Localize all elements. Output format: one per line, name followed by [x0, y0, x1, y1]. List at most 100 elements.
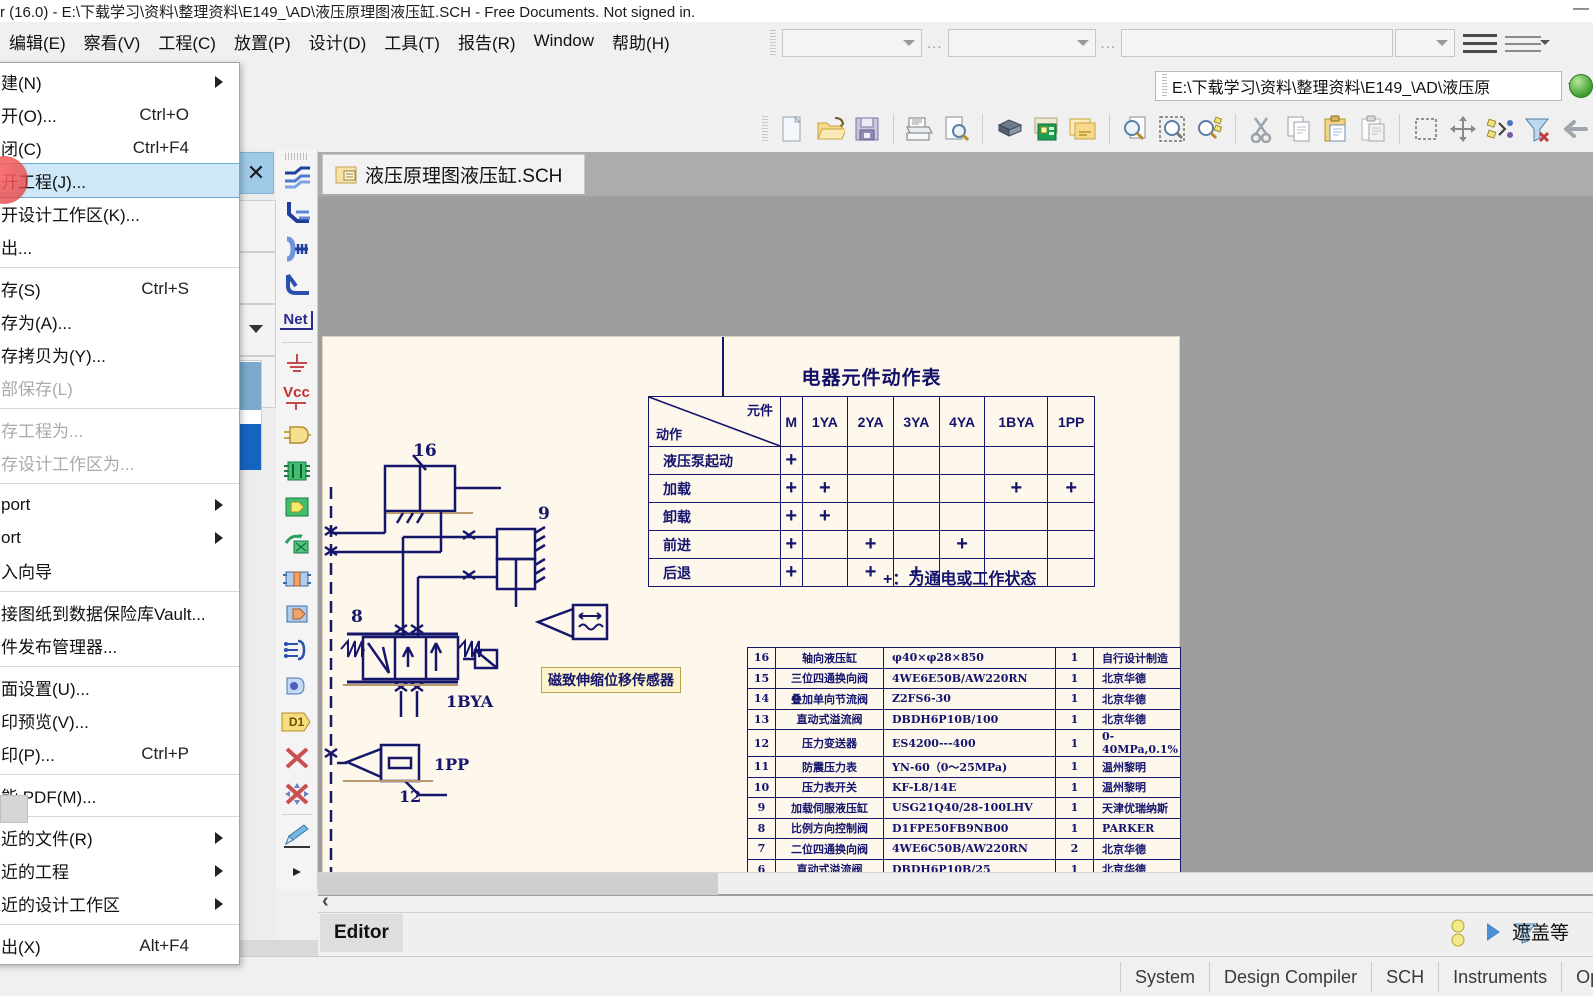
minimize-button[interactable]: — [1573, 0, 1589, 18]
place-harness-entry-icon[interactable] [278, 632, 316, 668]
document-tab[interactable]: 液压原理图液压缸.SCH [322, 154, 586, 194]
pcb-component-icon[interactable] [990, 110, 1027, 148]
menu-item-design[interactable]: 设计(D) [300, 25, 376, 58]
combo-box-2[interactable] [947, 29, 1096, 57]
documents-icon[interactable] [1064, 110, 1101, 148]
new-document-icon[interactable] [774, 110, 811, 148]
status-panel-instruments[interactable]: Instruments [1439, 961, 1563, 992]
place-gnd-power-port-icon[interactable] [278, 346, 316, 382]
file-menu-item-20[interactable]: 能 PDF(M)... [0, 779, 239, 812]
menu-item-help[interactable]: 帮助(H) [603, 25, 679, 58]
file-menu-item-6[interactable]: 存(S) Ctrl+S [0, 272, 239, 305]
place-drawing-tools-dropdown[interactable] [278, 854, 316, 890]
file-menu-item-2[interactable]: 闭(C) Ctrl+F4 [0, 131, 239, 164]
panel-dropdown[interactable] [236, 304, 276, 356]
combo-box-3[interactable] [1121, 29, 1394, 57]
file-menu-item-11[interactable]: 存设计工作区为... [0, 446, 239, 479]
file-menu-item-12[interactable]: port [0, 488, 239, 521]
select-area-icon[interactable] [1407, 110, 1444, 148]
menu-item-reports[interactable]: 报告(R) [449, 25, 525, 58]
paste-icon[interactable] [1318, 110, 1355, 148]
pcb-board-icon[interactable] [1027, 110, 1064, 148]
panel-field-2[interactable] [236, 252, 276, 304]
file-menu-item-5[interactable]: 出... [0, 230, 239, 263]
menu-item-tools[interactable]: 工具(T) [375, 25, 449, 58]
file-menu-item-17[interactable]: 面设置(U)... [0, 671, 239, 704]
file-menu-item-15[interactable]: 接图纸到数据保险库Vault... [0, 596, 239, 629]
menu-item-edit[interactable]: 编辑(E) [0, 25, 75, 58]
align-icon[interactable] [1482, 110, 1519, 148]
combo-2-more-button[interactable]: ... [1096, 35, 1122, 52]
copy-icon[interactable] [1280, 110, 1317, 148]
place-sheet-entry-icon[interactable] [278, 489, 316, 525]
zoom-selection-icon[interactable] [1191, 110, 1228, 148]
open-document-icon[interactable] [811, 110, 848, 148]
place-drawing-tools-icon[interactable] [278, 818, 316, 854]
file-menu-item-16[interactable]: 件发布管理器... [0, 629, 239, 662]
mask-levels-icon[interactable] [1448, 917, 1474, 947]
canvas-scroll-back-button[interactable]: ‹ [322, 890, 329, 913]
file-menu-item-4[interactable]: 开设计工作区(K)... [0, 197, 239, 230]
file-menu-item-14[interactable]: 入向导 [0, 554, 239, 587]
zoom-document-icon[interactable] [1117, 110, 1154, 148]
play-icon[interactable] [1482, 920, 1504, 944]
editor-tab[interactable]: Editor [320, 914, 403, 952]
toolbar-overflow-icon[interactable] [1505, 30, 1551, 56]
place-net-label-icon[interactable]: Net [278, 303, 316, 339]
file-menu-item-10[interactable]: 存工程为... [0, 413, 239, 446]
menu-item-place[interactable]: 放置(P) [225, 25, 300, 58]
print-icon[interactable] [901, 110, 938, 148]
place-device-sheet-icon[interactable] [278, 525, 316, 561]
place-vcc-power-port-icon[interactable]: Vcc [278, 382, 316, 418]
combo-1-more-button[interactable]: ... [922, 35, 948, 52]
place-sheet-symbol-icon[interactable] [278, 453, 316, 489]
toolbar-grip[interactable] [770, 30, 776, 56]
place-part-icon[interactable] [278, 417, 316, 453]
file-menu-item-19[interactable]: 印(P)... Ctrl+P [0, 737, 239, 770]
cut-icon[interactable] [1243, 110, 1280, 148]
file-menu-item-22[interactable]: 近的工程 [0, 854, 239, 887]
main-toolbar-grip[interactable] [762, 116, 768, 142]
place-wire-icon[interactable] [278, 160, 316, 196]
place-port-icon[interactable] [278, 561, 316, 597]
panel-field-1[interactable] [236, 200, 276, 252]
place-harness-entry-2-icon[interactable] [278, 668, 316, 704]
place-toolbar-grip[interactable] [284, 153, 309, 160]
file-menu-item-9[interactable]: 部保存(L) [0, 371, 239, 404]
file-menu-item-13[interactable]: ort [0, 521, 239, 554]
file-menu-item-0[interactable]: 建(N) [0, 65, 239, 98]
place-bus-entry-icon[interactable] [278, 231, 316, 267]
file-menu-item-8[interactable]: 存拷贝为(Y)... [0, 338, 239, 371]
status-panel-system[interactable]: System [1120, 961, 1211, 992]
file-menu-item-23[interactable]: 近的设计工作区 [0, 887, 239, 920]
connection-status-orb[interactable] [1569, 74, 1593, 98]
place-harness-connector-icon[interactable] [278, 596, 316, 632]
canvas-scrollbar-thumb[interactable] [318, 873, 718, 895]
menu-item-view[interactable]: 察看(V) [75, 25, 150, 58]
place-bus-icon[interactable] [278, 195, 316, 231]
file-menu-item-3[interactable]: 开工程(J)... [0, 163, 240, 198]
menu-item-project[interactable]: 工程(C) [149, 25, 225, 58]
paste-special-icon[interactable] [1355, 110, 1392, 148]
place-signal-harness-icon[interactable] [278, 267, 316, 303]
place-no-erc-icon[interactable] [278, 740, 316, 776]
menu-item-window[interactable]: Window [525, 27, 603, 55]
print-preview-icon[interactable] [938, 110, 975, 148]
file-menu-item-21[interactable]: 近的文件(R) [0, 821, 239, 854]
file-menu-item-24[interactable]: 出(X) Alt+F4 [0, 929, 239, 962]
status-panel-openbus[interactable]: OpenBus [1562, 962, 1593, 992]
place-designator-icon[interactable]: D1 [278, 704, 316, 740]
place-no-erc-clear-icon[interactable] [278, 776, 316, 812]
project-path-input[interactable]: E:\下载学习\资料\整理资料\E149_\AD\液压原 [1155, 71, 1562, 101]
save-document-icon[interactable] [848, 110, 885, 148]
status-panel-design-compiler[interactable]: Design Compiler [1210, 961, 1373, 992]
canvas-horizontal-scrollbar[interactable] [318, 872, 1593, 895]
schematic-canvas[interactable]: 16 9 8 1BYA 1PP 12 磁致伸缩位移传感器 电器元件动作表 元件 … [318, 196, 1593, 896]
panel-scrollbar-thumb-2[interactable] [239, 424, 261, 470]
menu-hamburger-icon[interactable] [1463, 30, 1498, 56]
combo-box-1[interactable] [782, 29, 922, 57]
panel-close-button[interactable]: ✕ [238, 152, 274, 194]
file-menu-item-7[interactable]: 存为(A)... [0, 305, 239, 338]
file-menu-item-18[interactable]: 印预览(V)... [0, 704, 239, 737]
move-icon[interactable] [1444, 110, 1481, 148]
